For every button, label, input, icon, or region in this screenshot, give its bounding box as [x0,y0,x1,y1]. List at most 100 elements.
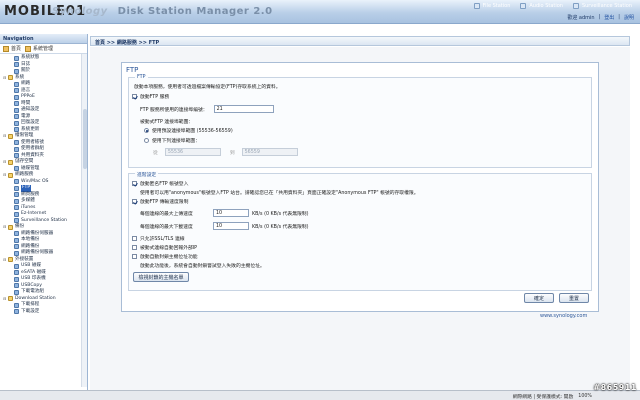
anon-label: 啟動匿名FTP 帳號登入 [140,182,189,187]
expand-toggle-icon[interactable]: ⊟ [3,75,7,82]
ssl-only-checkbox[interactable] [132,236,137,241]
product-title: Synology Disk Station Manager 2.0 [52,6,273,17]
expand-toggle-icon[interactable]: ⊟ [3,133,7,140]
to-label: 到 [229,150,235,156]
page-icon [14,289,19,295]
user-info: 歡迎 admin | 登出 | 說明 [567,14,634,21]
enable-ftp-checkbox[interactable] [132,94,137,99]
folder-icon [8,159,13,165]
page-icon [14,68,19,74]
audio-station-icon [520,3,527,9]
folder-icon [8,257,13,263]
file-station-icon [473,3,480,9]
surveillance-station-label: Surveillance Station [581,3,632,9]
radio-default-label: 使用預設連接埠範圍 (55536-56559) [152,129,233,134]
download-speed-input[interactable]: 10 [213,222,249,230]
synology-link[interactable]: www.synology.com [540,313,587,319]
page-icon [14,179,19,185]
top-bar: MOBILE01 Synology Disk Station Manager 2… [0,0,640,24]
radio-custom-label: 使用下列連接埠範圍： [152,139,200,144]
page-icon [14,114,19,120]
ok-button[interactable]: 確定 [524,293,554,303]
upload-label: 每個連線的最大上傳速度 [140,211,193,217]
expand-toggle-icon[interactable]: ⊟ [3,296,7,303]
page-icon [14,55,19,61]
ftp-fieldset: FTP 啟動本項服務，使用者可透過檔案傳輸協定(FTP)存取系統上的資料。 啟動… [128,75,592,168]
folder-icon [8,75,13,81]
download-label: 每個連線的最大下載速度 [140,224,193,230]
sidebar-item[interactable]: 下載設定 [0,309,87,316]
page-icon [14,107,19,113]
anon-note: 使用者可以用"anonymous"帳號登入FTP 站台。請確認您已在「共用資料夾… [140,191,419,196]
tab-home-label: 首頁 [11,46,22,52]
folder-icon [8,224,13,230]
surveillance-station-link[interactable]: Surveillance Station [572,3,632,9]
home-icon [3,45,9,52]
upload-speed-input[interactable]: 10 [213,209,249,217]
page-icon [14,250,19,256]
page-icon [14,276,19,282]
page-icon [14,270,19,276]
port-input[interactable]: 21 [213,105,274,113]
tab-manage-label: 系統管理 [33,46,54,52]
help-link[interactable]: 說明 [624,14,634,21]
expand-toggle-icon[interactable]: ⊟ [3,257,7,264]
speed-limit-checkbox[interactable] [132,199,137,204]
navigation-tabs: 首頁 系統管理 [0,44,87,54]
file-station-label: File Station [482,3,511,9]
upload-unit: KB/s (0 KB/s 代表無限制) [252,211,309,217]
enable-ftp-row: 啟動FTP 服務 [132,93,169,100]
page-icon [14,127,19,133]
auto-block-checkbox[interactable] [132,254,137,259]
block-list-button[interactable]: 檢視封鎖的主機名單 [133,272,189,282]
manage-icon [25,45,32,52]
from-port-input[interactable]: 55536 [164,148,221,156]
audio-station-label: Audio Station [529,3,563,9]
page-icon [14,218,19,224]
scrollbar-thumb[interactable] [83,109,87,169]
upload-row: 每個連線的最大上傳速度 10 KB/s (0 KB/s 代表無限制) [140,209,308,217]
page-icon [14,185,19,191]
page-icon [14,283,19,289]
pasv-ip-row: 被動式連線自動回報外部IP [132,244,197,251]
enable-ftp-label: 啟動FTP 服務 [140,95,170,100]
advanced-legend: 進階設定 [135,171,159,178]
ftp-legend: FTP [135,75,148,80]
navigation-tree: 系統狀態 日誌 關於 ⊟ 系統 網路 語言 PPPoE 時間 通知設定 電源 回復設定 系統更新 ⊟ 權限管… [0,54,87,387]
browser-status-bar: 網際網路 | 受保護模式: 開啟 100% [0,390,640,400]
anonymous-ftp-checkbox[interactable] [132,181,137,186]
file-station-link[interactable]: File Station [473,3,511,9]
pasv-ip-label: 被動式連線自動回報外部IP [140,246,198,251]
limit-label: 啟動FTP 傳輸速度限制 [140,200,189,205]
radio-custom-port-range[interactable] [144,138,149,143]
expand-toggle-icon[interactable]: ⊟ [3,172,7,179]
expand-toggle-icon[interactable]: ⊟ [3,224,7,231]
radio-default-row: 使用預設連接埠範圍 (55536-56559) [144,127,233,134]
ftp-intro-text: 啟動本項服務，使用者可透過檔案傳輸協定(FTP)存取系統上的資料。 [134,85,281,90]
page-icon [14,302,19,308]
page-icon [14,94,19,100]
status-right: 網際網路 | 受保護模式: 開啟 100% [513,393,592,400]
page-icon [14,211,19,217]
logout-link[interactable]: 登出 [604,14,614,21]
page-title: FTP [126,66,139,74]
sidebar-scrollbar[interactable] [81,54,87,387]
tab-manage[interactable]: 系統管理 [25,45,53,52]
ssl-label: 只允許SSL/TLS 連線 [140,237,185,242]
zoom-level[interactable]: 100% [578,394,592,399]
expand-toggle-icon[interactable]: ⊟ [3,159,7,166]
reset-button[interactable]: 重置 [559,293,589,303]
page-icon [14,101,19,107]
security-zone: 網際網路 | 受保護模式: 開啟 [512,395,574,400]
ssl-row: 只允許SSL/TLS 連線 [132,235,185,242]
port-row: FTP 服務所使用的連接埠編號： 21 [140,105,274,113]
block-row: 啟動自動封鎖主機位址功能 [132,253,198,260]
to-port-input[interactable]: 56559 [241,148,298,156]
page-icon [14,263,19,269]
tab-home[interactable]: 首頁 [3,45,21,52]
pasv-external-ip-checkbox[interactable] [132,245,137,250]
radio-default-port-range[interactable] [144,128,149,133]
page-icon [14,198,19,204]
page-icon [14,88,19,94]
audio-station-link[interactable]: Audio Station [520,3,563,9]
